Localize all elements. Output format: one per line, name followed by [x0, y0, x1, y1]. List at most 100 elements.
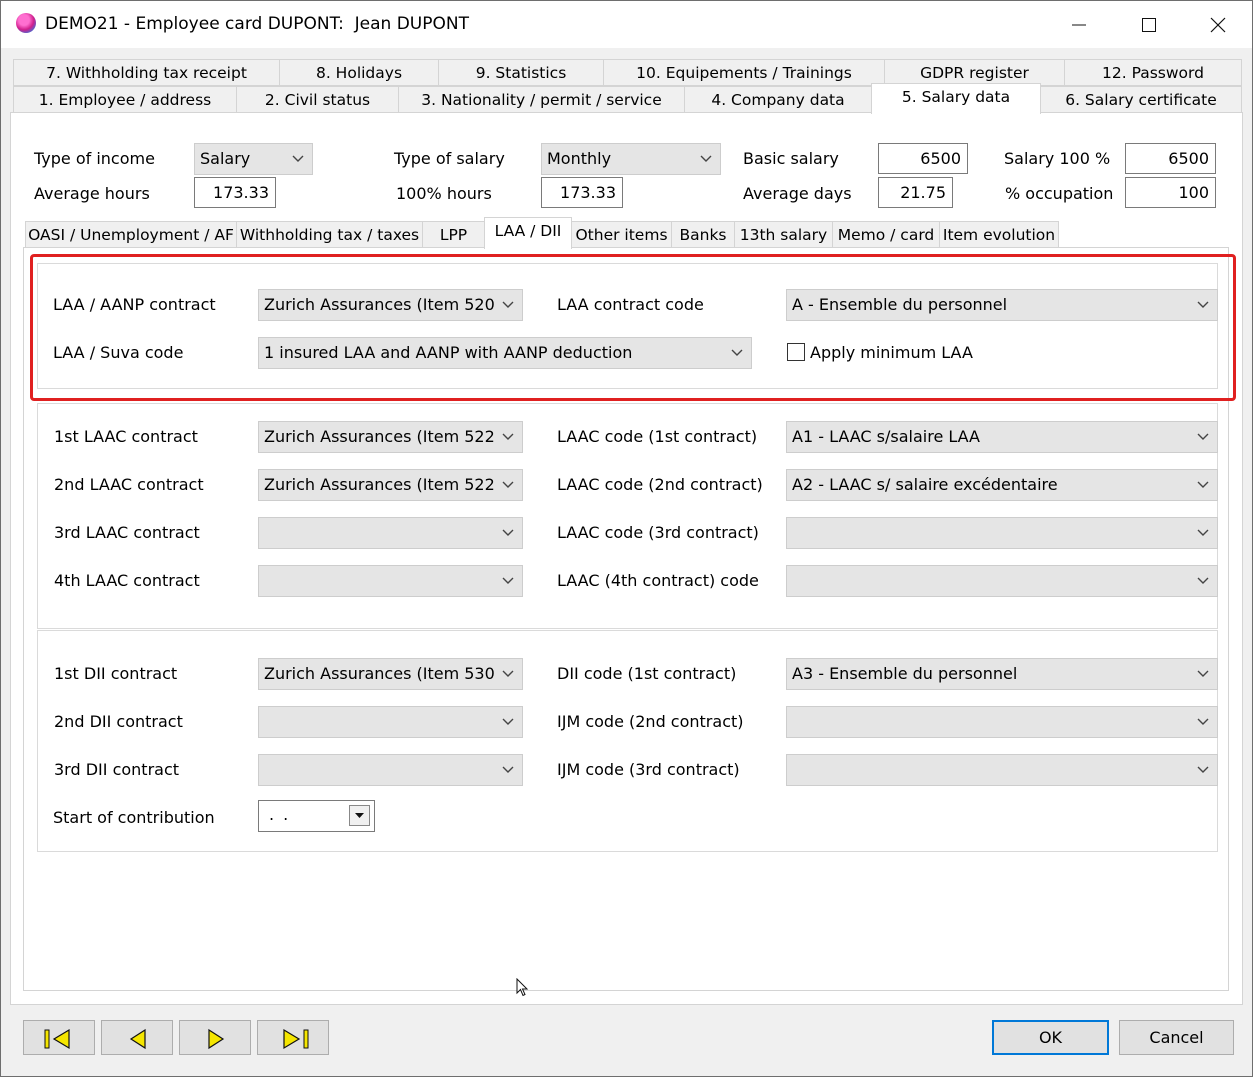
ok-button[interactable]: OK: [992, 1020, 1109, 1055]
subtab-oasi-unemployment-af[interactable]: OASI / Unemployment / AF: [25, 221, 237, 248]
occupation-label: % occupation: [1005, 184, 1114, 203]
tab-employee-address[interactable]: 1. Employee / address: [13, 86, 237, 113]
laac-contract-1-value: Zurich Assurances (Item 5220): [264, 427, 494, 446]
dii-contract-3-label: 3rd DII contract: [54, 760, 180, 779]
window-title: DEMO21 - Employee card DUPONT: Jean DUPO…: [45, 14, 469, 34]
tab-salary-data[interactable]: 5. Salary data: [871, 83, 1041, 114]
ijm-code-3-label: IJM code (3rd contract): [557, 760, 740, 779]
laac-code-2-label: LAAC code (2nd contract): [557, 475, 763, 494]
chevron-down-icon: [1197, 659, 1209, 689]
average-days-field[interactable]: 21.75: [878, 177, 953, 208]
dii-contract-1-value: Zurich Assurances (Item 5300): [264, 664, 494, 683]
type-of-salary-value: Monthly: [547, 149, 612, 168]
title-bar: DEMO21 - Employee card DUPONT: Jean DUPO…: [1, 1, 1252, 48]
laac-contract-2-value: Zurich Assurances (Item 5222): [264, 475, 494, 494]
laac-contract-4-select[interactable]: [258, 565, 523, 597]
dii-code-1-select[interactable]: A3 - Ensemble du personnel: [786, 658, 1218, 690]
chevron-down-icon: [502, 707, 514, 737]
first-record-icon: [44, 1028, 70, 1050]
hours100-field[interactable]: 173.33: [541, 177, 623, 208]
laac-contract-2-select[interactable]: Zurich Assurances (Item 5222): [258, 469, 523, 501]
dii-code-1-label: DII code (1st contract): [557, 664, 737, 683]
subtab-item-evolution[interactable]: Item evolution: [939, 221, 1059, 248]
tab-withholding-tax-receipt[interactable]: 7. Withholding tax receipt: [13, 59, 280, 86]
laac-code-3-select[interactable]: [786, 517, 1218, 549]
dropdown-triangle-icon: [355, 813, 364, 818]
cancel-button[interactable]: Cancel: [1119, 1020, 1234, 1055]
subtab-banks[interactable]: Banks: [671, 221, 735, 248]
chevron-down-icon: [1197, 422, 1209, 452]
laac-contract-1-label: 1st LAAC contract: [54, 427, 198, 446]
occupation-field[interactable]: 100: [1125, 177, 1216, 208]
employee-card-window: DEMO21 - Employee card DUPONT: Jean DUPO…: [0, 0, 1253, 1077]
tab-equipements-trainings[interactable]: 10. Equipements / Trainings: [603, 59, 885, 86]
laac-contract-3-select[interactable]: [258, 517, 523, 549]
last-record-button[interactable]: [257, 1020, 329, 1055]
tab-password[interactable]: 12. Password: [1064, 59, 1242, 86]
maximize-button[interactable]: [1114, 1, 1184, 48]
salary100-label: Salary 100 %: [1004, 149, 1111, 168]
laac-contract-4-label: 4th LAAC contract: [54, 571, 200, 590]
type-of-income-select[interactable]: Salary: [194, 143, 313, 175]
laac-code-4-select[interactable]: [786, 565, 1218, 597]
laac-code-2-value: A2 - LAAC s/ salaire excédentaire: [792, 475, 1058, 494]
laac-contract-2-label: 2nd LAAC contract: [54, 475, 204, 494]
dii-contract-3-select[interactable]: [258, 754, 523, 786]
dii-contract-2-select[interactable]: [258, 706, 523, 738]
chevron-down-icon: [502, 659, 514, 689]
laac-code-2-select[interactable]: A2 - LAAC s/ salaire excédentaire: [786, 469, 1218, 501]
dii-code-1-value: A3 - Ensemble du personnel: [792, 664, 1018, 683]
ijm-code-3-select[interactable]: [786, 754, 1218, 786]
chevron-down-icon: [502, 518, 514, 548]
mouse-cursor-icon: [516, 978, 529, 997]
dii-contract-2-label: 2nd DII contract: [54, 712, 183, 731]
subtab-13th-salary[interactable]: 13th salary: [734, 221, 833, 248]
laac-code-4-label: LAAC (4th contract) code: [557, 571, 759, 590]
tab-salary-certificate[interactable]: 6. Salary certificate: [1040, 86, 1242, 113]
chevron-down-icon: [700, 144, 712, 174]
subtab-other-items[interactable]: Other items: [571, 221, 672, 248]
average-hours-field[interactable]: 173.33: [194, 177, 276, 208]
tab-statistics[interactable]: 9. Statistics: [438, 59, 604, 86]
subtab-lpp[interactable]: LPP: [422, 221, 485, 248]
start-of-contribution-value: . .: [269, 805, 291, 824]
type-of-income-value: Salary: [200, 149, 251, 168]
salary100-field[interactable]: 6500: [1125, 143, 1216, 174]
laac-contract-1-select[interactable]: Zurich Assurances (Item 5220): [258, 421, 523, 453]
tab-holidays[interactable]: 8. Holidays: [279, 59, 439, 86]
previous-record-button[interactable]: [101, 1020, 173, 1055]
chevron-down-icon: [1197, 566, 1209, 596]
type-of-salary-select[interactable]: Monthly: [541, 143, 721, 175]
subtab-withholding-tax[interactable]: Withholding tax / taxes: [236, 221, 423, 248]
next-record-icon: [208, 1028, 225, 1050]
type-of-salary-label: Type of salary: [394, 149, 505, 168]
chevron-down-icon: [292, 144, 304, 174]
tab-nationality-permit-service[interactable]: 3. Nationality / permit / service: [398, 86, 685, 113]
close-button[interactable]: [1183, 1, 1253, 48]
tab-gdpr-register[interactable]: GDPR register: [884, 59, 1065, 86]
laac-code-1-label: LAAC code (1st contract): [557, 427, 758, 446]
chevron-down-icon: [1197, 755, 1209, 785]
date-dropdown-button[interactable]: [349, 805, 370, 826]
average-hours-label: Average hours: [34, 184, 150, 203]
start-of-contribution-date-field[interactable]: . .: [258, 800, 375, 832]
laac-code-1-select[interactable]: A1 - LAAC s/salaire LAA: [786, 421, 1218, 453]
subtab-laa-dii[interactable]: LAA / DII: [484, 217, 572, 249]
ijm-code-2-label: IJM code (2nd contract): [557, 712, 744, 731]
start-of-contribution-label: Start of contribution: [53, 808, 215, 827]
minimize-icon: [1072, 24, 1086, 26]
dii-contract-1-select[interactable]: Zurich Assurances (Item 5300): [258, 658, 523, 690]
basic-salary-field[interactable]: 6500: [878, 143, 968, 174]
minimize-button[interactable]: [1044, 1, 1114, 48]
tab-company-data[interactable]: 4. Company data: [684, 86, 872, 113]
subtab-memo-card[interactable]: Memo / card: [832, 221, 940, 248]
chevron-down-icon: [1197, 707, 1209, 737]
first-record-button[interactable]: [23, 1020, 95, 1055]
type-of-income-label: Type of income: [34, 149, 155, 168]
ijm-code-2-select[interactable]: [786, 706, 1218, 738]
tab-civil-status[interactable]: 2. Civil status: [236, 86, 399, 113]
next-record-button[interactable]: [179, 1020, 251, 1055]
laa-highlight-frame: [30, 254, 1236, 401]
maximize-icon: [1142, 18, 1156, 32]
chevron-down-icon: [1197, 518, 1209, 548]
